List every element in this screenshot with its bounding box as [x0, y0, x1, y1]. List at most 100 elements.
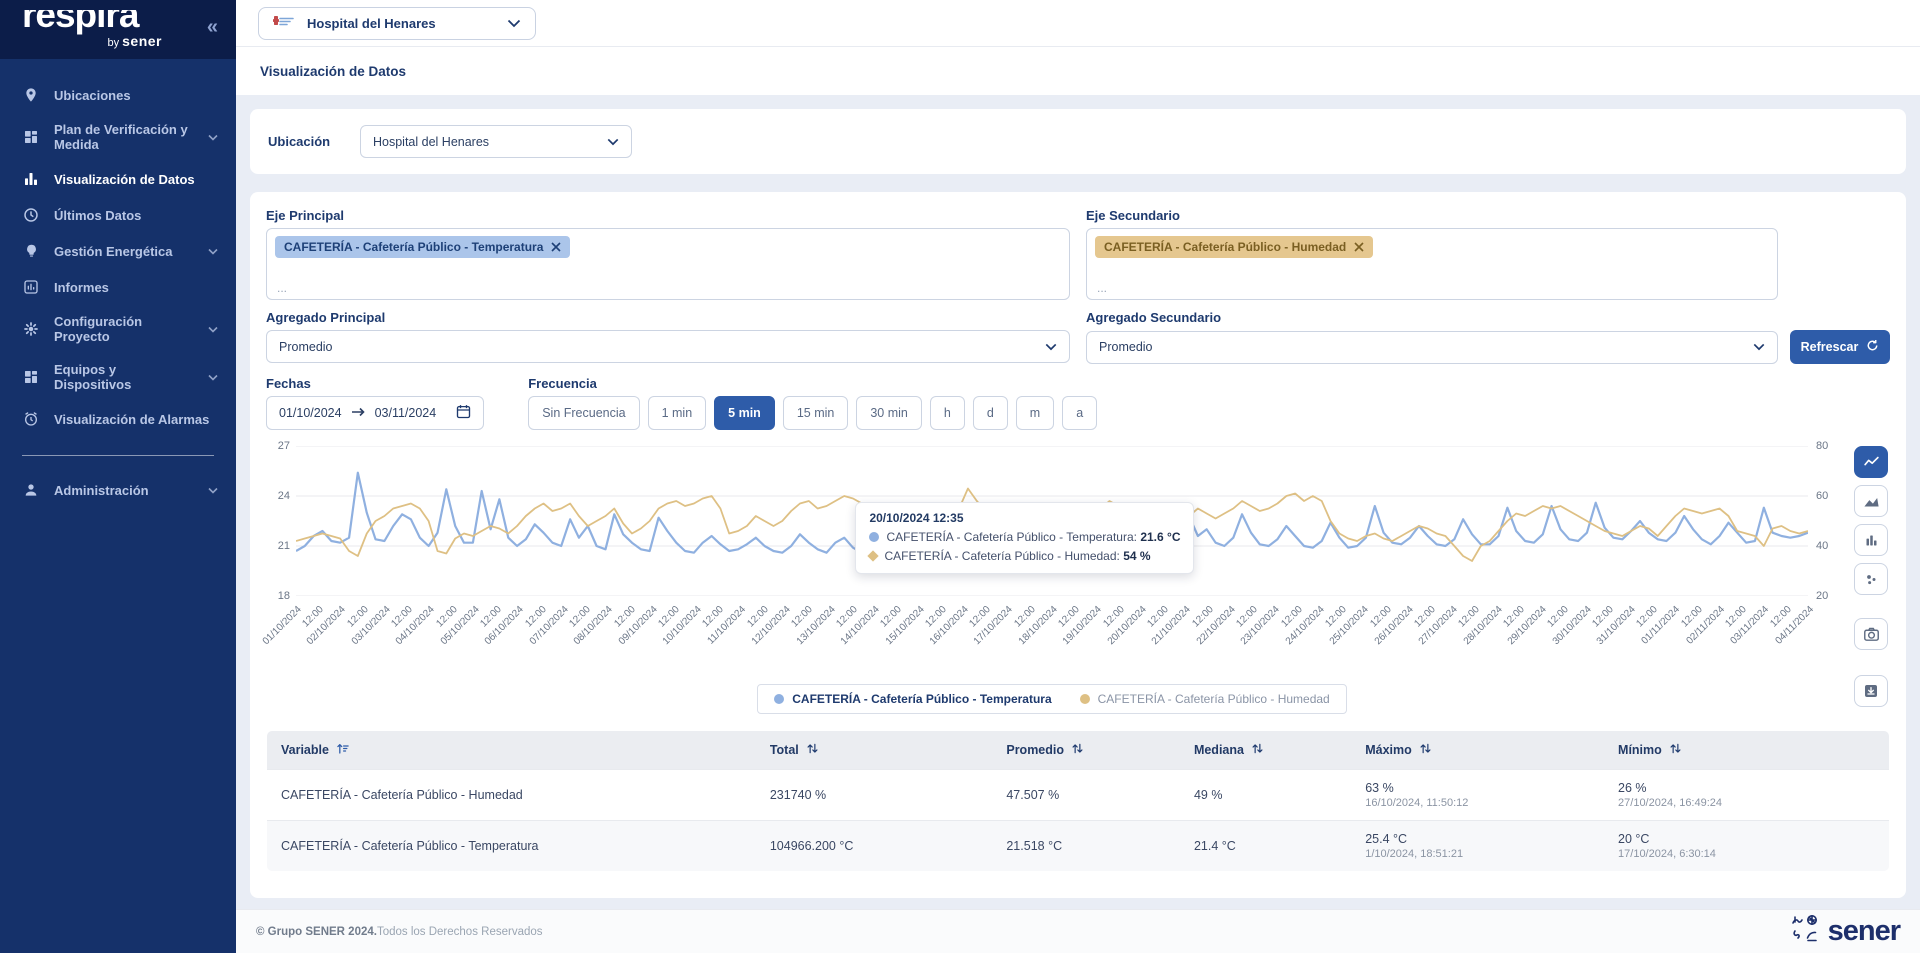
cell-minimo: 20 °C17/10/2024, 6:30:14 — [1604, 821, 1889, 872]
cell-promedio: 21.518 °C — [992, 821, 1180, 872]
sidebar-item-visualizacion-datos[interactable]: Visualización de Datos — [0, 161, 236, 197]
y-tick-label: 18 — [278, 590, 290, 602]
sidebar-item-plan-verificacion[interactable]: Plan de Verificación y Medida — [0, 113, 236, 161]
selected-variable-tag: CAFETERÍA - Cafetería Público - Humedad — [1095, 236, 1373, 258]
location-dropdown[interactable]: Hospital del Henares — [258, 7, 536, 40]
sidebar-item-label: Visualización de Datos — [54, 172, 195, 187]
brand-wordmark: respira — [22, 10, 162, 33]
freq-year-button[interactable]: a — [1062, 396, 1097, 430]
refresh-button[interactable]: Refrescar — [1790, 330, 1890, 364]
y-tick-label: 24 — [278, 490, 290, 502]
sidebar-collapse-button[interactable]: « — [207, 16, 218, 39]
y-axis-right: 80604020 — [1808, 446, 1844, 596]
sener-wordmark: sener — [1828, 917, 1900, 946]
sidebar-item-configuracion-proyecto[interactable]: Configuración Proyecto — [0, 305, 236, 353]
brand-byline: by sener — [22, 33, 162, 49]
sidebar-divider — [22, 455, 214, 456]
refresh-icon — [1866, 339, 1879, 355]
location-dropdown-value: Hospital del Henares — [307, 16, 495, 31]
alarm-clock-icon — [22, 410, 40, 428]
table-row-temperatura: CAFETERÍA - Cafetería Público - Temperat… — [267, 821, 1890, 872]
chart-plot[interactable]: 20/10/2024 12:35 CAFETERÍA - Cafetería P… — [296, 446, 1808, 596]
sidebar-item-gestion-energetica[interactable]: Gestión Energética — [0, 233, 236, 269]
ubicacion-label: Ubicación — [268, 134, 360, 149]
legend-item-temperature[interactable]: CAFETERÍA - Cafetería Público - Temperat… — [774, 692, 1051, 706]
multiselect-placeholder: ... — [277, 281, 287, 295]
freq-5min-button[interactable]: 5 min — [714, 396, 775, 430]
chart-section: 27242118 20/10/2024 12:35 CAFETERÍA - Ca… — [266, 446, 1890, 714]
data-visualization-card: Eje Principal CAFETERÍA - Cafetería Públ… — [250, 192, 1906, 898]
sidebar-item-administracion[interactable]: Administración — [0, 472, 236, 508]
chart-type-area-button[interactable] — [1854, 485, 1888, 517]
freq-15min-button[interactable]: 15 min — [783, 396, 849, 430]
header-variable[interactable]: Variable — [267, 731, 756, 770]
tooltip-datetime: 20/10/2024 12:35 — [869, 511, 1180, 525]
topbar: Hospital del Henares — [236, 0, 1920, 47]
eje-principal-multiselect[interactable]: CAFETERÍA - Cafetería Público - Temperat… — [266, 228, 1070, 300]
chart-type-line-button[interactable] — [1854, 446, 1888, 478]
cell-mediana: 49 % — [1180, 770, 1351, 821]
sidebar-item-visualizacion-alarmas[interactable]: Visualización de Alarmas — [0, 401, 236, 437]
header-promedio[interactable]: Promedio — [992, 731, 1180, 770]
freq-30min-button[interactable]: 30 min — [856, 396, 922, 430]
chart-toolbar — [1844, 446, 1890, 714]
eje-secundario-multiselect[interactable]: CAFETERÍA - Cafetería Público - Humedad … — [1086, 228, 1778, 300]
sidebar-item-informes[interactable]: Informes — [0, 269, 236, 305]
tag-label: CAFETERÍA - Cafetería Público - Humedad — [1104, 240, 1346, 254]
calendar-icon[interactable] — [456, 404, 471, 422]
legend-item-humidity[interactable]: CAFETERÍA - Cafetería Público - Humedad — [1080, 692, 1330, 706]
legend-dot-icon — [774, 694, 784, 704]
chart-type-scatter-button[interactable] — [1854, 563, 1888, 595]
freq-day-button[interactable]: d — [973, 396, 1008, 430]
brand-by-text: by — [107, 37, 119, 49]
chevron-down-icon — [607, 135, 619, 149]
sort-icon — [1669, 742, 1682, 758]
fechas-label: Fechas — [266, 376, 484, 391]
stats-table-header-row: Variable Total Promedio Mediana Máximo M… — [267, 731, 1890, 770]
footer: © Grupo SENER 2024.Todos los Derechos Re… — [236, 909, 1920, 953]
remove-tag-icon[interactable] — [551, 242, 561, 252]
agregado-principal-select[interactable]: Promedio — [266, 330, 1070, 363]
header-minimo[interactable]: Mínimo — [1604, 731, 1889, 770]
eje-secundario-label: Eje Secundario — [1086, 208, 1890, 223]
page-title: Visualización de Datos — [260, 64, 406, 79]
legend-row: CAFETERÍA - Cafetería Público - Temperat… — [296, 684, 1808, 714]
cell-promedio: 47.507 % — [992, 770, 1180, 821]
chart-legend: CAFETERÍA - Cafetería Público - Temperat… — [757, 684, 1346, 714]
header-mediana[interactable]: Mediana — [1180, 731, 1351, 770]
header-maximo[interactable]: Máximo — [1351, 731, 1604, 770]
sidebar-item-equipos-dispositivos[interactable]: Equipos y Dispositivos — [0, 353, 236, 401]
location-pin-icon — [22, 86, 40, 104]
cell-total: 231740 % — [756, 770, 993, 821]
agregado-principal-value: Promedio — [279, 340, 333, 354]
secondary-axis-column: Eje Secundario CAFETERÍA - Cafetería Púb… — [1086, 208, 1890, 364]
y-tick-label: 20 — [1816, 590, 1828, 602]
agregado-secundario-select[interactable]: Promedio — [1086, 331, 1778, 364]
x-axis-labels: 01/10/202412:0002/10/202412:0003/10/2024… — [296, 602, 1808, 680]
freq-sin-frecuencia-button[interactable]: Sin Frecuencia — [528, 396, 639, 430]
remove-tag-icon[interactable] — [1354, 242, 1364, 252]
refresh-button-label: Refrescar — [1801, 340, 1859, 354]
chart-type-bar-button[interactable] — [1854, 524, 1888, 556]
tooltip-row-humidity: CAFETERÍA - Cafetería Público - Humedad:… — [869, 547, 1180, 566]
cell-mediana: 21.4 °C — [1180, 821, 1351, 872]
chevron-down-icon — [1045, 340, 1057, 354]
sidebar-item-ubicaciones[interactable]: Ubicaciones — [0, 77, 236, 113]
export-download-button[interactable] — [1854, 675, 1888, 707]
date-range-input[interactable]: 01/10/2024 03/11/2024 — [266, 396, 484, 430]
sidebar-item-label: Plan de Verificación y Medida — [54, 122, 194, 152]
freq-hour-button[interactable]: h — [930, 396, 965, 430]
series-diamond-icon — [868, 550, 879, 561]
sidebar-item-ultimos-datos[interactable]: Últimos Datos — [0, 197, 236, 233]
grid-icon — [22, 128, 40, 146]
chevron-down-icon — [208, 134, 218, 141]
snapshot-camera-button[interactable] — [1854, 618, 1888, 650]
header-total[interactable]: Total — [756, 731, 993, 770]
freq-1min-button[interactable]: 1 min — [648, 396, 707, 430]
freq-month-button[interactable]: m — [1016, 396, 1054, 430]
chevron-down-icon — [208, 248, 218, 255]
y-tick-label: 27 — [278, 440, 290, 452]
ubicacion-select[interactable]: Hospital del Henares — [360, 125, 632, 158]
report-chart-icon — [22, 278, 40, 296]
date-start-value: 01/10/2024 — [279, 406, 342, 420]
